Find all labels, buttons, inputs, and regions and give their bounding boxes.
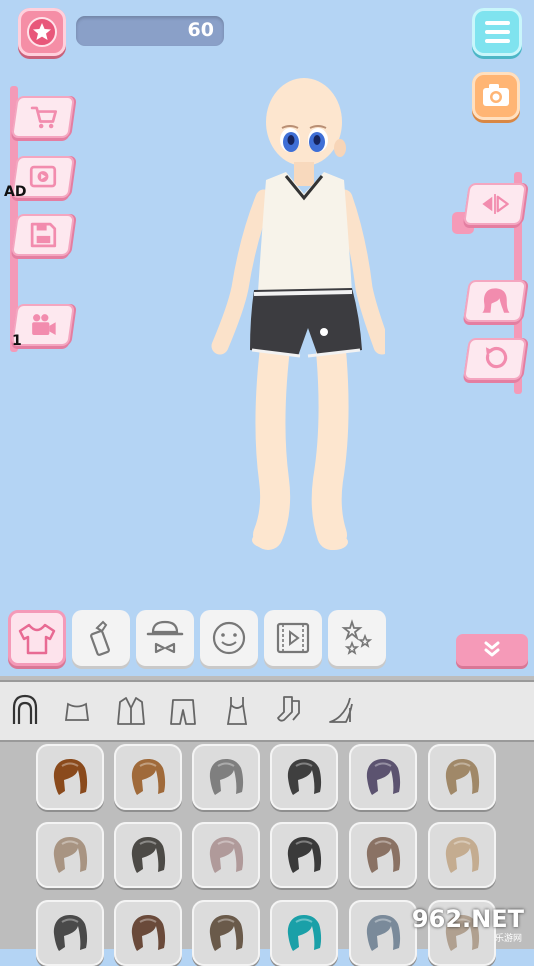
tank-top-icon[interactable] xyxy=(220,692,254,728)
save-button[interactable] xyxy=(11,214,75,256)
stars-icon xyxy=(341,619,373,655)
hairstyle-preview-icon xyxy=(131,837,166,873)
crop-top-icon[interactable] xyxy=(60,692,94,728)
tab-animation[interactable] xyxy=(264,610,322,666)
hair-style-button[interactable] xyxy=(463,280,527,322)
reset-button[interactable] xyxy=(463,338,527,380)
shop-button[interactable] xyxy=(11,96,75,138)
socks-icon[interactable] xyxy=(272,692,306,728)
hair-item[interactable] xyxy=(349,822,417,888)
favorites-button[interactable] xyxy=(18,8,66,56)
hair-item[interactable] xyxy=(428,822,496,888)
smiley-face-icon xyxy=(212,621,246,655)
cart-icon xyxy=(30,106,58,129)
tab-accessories[interactable] xyxy=(136,610,194,666)
hair-item[interactable] xyxy=(36,822,104,888)
chevron-double-down-icon xyxy=(484,641,500,657)
camera-icon xyxy=(483,84,509,106)
ad-label: AD xyxy=(4,184,27,200)
tab-effects[interactable] xyxy=(328,610,386,666)
shorts-icon[interactable] xyxy=(166,692,200,728)
hairstyle-preview-icon xyxy=(53,915,88,951)
film-icon xyxy=(276,622,310,654)
hair-item[interactable] xyxy=(270,900,338,966)
camera-button[interactable] xyxy=(472,72,520,120)
hairstyle-preview-icon xyxy=(366,915,401,951)
hairstyle-preview-icon xyxy=(53,759,88,795)
hairstyle-preview-icon xyxy=(366,837,401,873)
hairstyle-preview-icon xyxy=(445,759,480,795)
hair-item[interactable] xyxy=(36,744,104,810)
tab-makeup[interactable] xyxy=(72,610,130,666)
tshirt-icon xyxy=(18,623,56,655)
hairstyle-preview-icon xyxy=(287,915,322,951)
hair-item[interactable] xyxy=(36,900,104,966)
flip-arrows-icon xyxy=(482,194,509,214)
hair-item[interactable] xyxy=(428,744,496,810)
rotate-icon xyxy=(485,346,508,369)
lipstick-icon xyxy=(90,620,110,656)
hairstyle-preview-icon xyxy=(131,915,166,951)
hairstyle-preview-icon xyxy=(209,759,244,795)
menu-button[interactable] xyxy=(472,8,522,56)
tab-clothing[interactable] xyxy=(8,610,66,666)
hair-item[interactable] xyxy=(349,744,417,810)
hairstyle-preview-icon xyxy=(209,837,244,873)
jacket-icon[interactable] xyxy=(114,692,148,728)
tab-face[interactable] xyxy=(200,610,258,666)
hair-item[interactable] xyxy=(270,822,338,888)
hairstyle-preview-icon xyxy=(209,915,244,951)
coin-value: 60 xyxy=(187,19,214,41)
hairstyle-preview-icon xyxy=(445,837,480,873)
watermark: 962.NET 乐游网 xyxy=(400,901,530,945)
hair-icon xyxy=(482,288,510,313)
collapse-panel-button[interactable] xyxy=(456,634,528,666)
character-model[interactable] xyxy=(200,70,385,560)
hat-bowtie-icon xyxy=(146,620,184,654)
hair-outline-icon[interactable] xyxy=(8,692,42,728)
hair-item[interactable] xyxy=(270,744,338,810)
hairstyle-preview-icon xyxy=(287,759,322,795)
watermark-subtext: 乐游网 xyxy=(494,934,522,944)
flip-pose-button[interactable] xyxy=(463,183,527,225)
hairstyle-preview-icon xyxy=(366,759,401,795)
video-camera-icon xyxy=(32,314,56,335)
coin-counter: 60 xyxy=(76,16,224,46)
hairstyle-preview-icon xyxy=(131,759,166,795)
hair-item[interactable] xyxy=(192,900,260,966)
high-heel-icon[interactable] xyxy=(324,692,358,728)
hair-item[interactable] xyxy=(114,822,182,888)
floppy-disk-icon xyxy=(30,222,57,248)
record-count-label: 1 xyxy=(12,333,22,349)
hair-item[interactable] xyxy=(192,822,260,888)
hairstyle-preview-icon xyxy=(287,837,322,873)
hairstyle-preview-icon xyxy=(53,837,88,873)
hair-item[interactable] xyxy=(114,900,182,966)
hair-item[interactable] xyxy=(114,744,182,810)
watermark-text: 962.NET xyxy=(411,905,524,933)
hair-item[interactable] xyxy=(192,744,260,810)
star-icon xyxy=(27,17,57,47)
